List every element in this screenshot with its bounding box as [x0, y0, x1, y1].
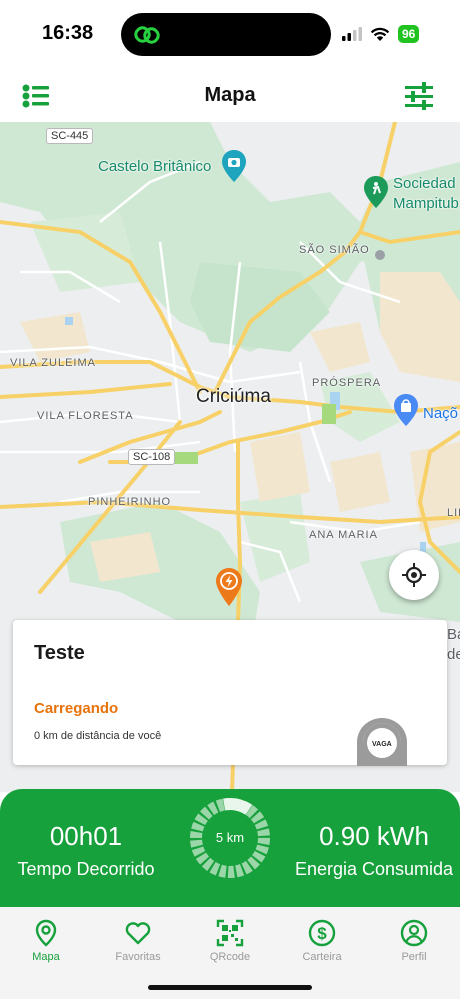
- poi-castelo-britanico[interactable]: Castelo Britânico: [98, 158, 211, 175]
- filter-sliders-icon[interactable]: [404, 82, 434, 110]
- wifi-icon: [370, 27, 390, 41]
- heart-icon: [125, 922, 151, 945]
- status-bar: 16:38 96: [0, 0, 460, 70]
- map-dot-icon: [375, 250, 385, 260]
- app-header: Mapa: [0, 70, 460, 122]
- tab-label-favoritas: Favoritas: [115, 951, 161, 963]
- radius-value: 5 km: [215, 830, 245, 845]
- neighborhood-lib: LIB: [447, 507, 460, 519]
- station-card[interactable]: Teste Carregando 0 km de distância de vo…: [13, 620, 447, 766]
- profile-icon: [400, 919, 428, 947]
- sports-pin-icon[interactable]: [364, 176, 388, 208]
- road-shield-sc445: SC-445: [46, 128, 94, 144]
- tab-label-carteira: Carteira: [302, 951, 342, 963]
- road-shield-sc108: SC-108: [128, 449, 176, 465]
- app-link-icon: [134, 26, 160, 44]
- dynamic-island: [121, 13, 331, 56]
- tab-label-qrcode: QRcode: [209, 951, 251, 963]
- status-icons: 96: [342, 24, 420, 44]
- map-edge-text-de: de: [447, 646, 460, 663]
- tab-perfil[interactable]: Perfil: [368, 919, 460, 975]
- vaga-logo: VAGA: [357, 718, 407, 766]
- neighborhood-pinheirinho: PINHEIRINHO: [88, 496, 172, 508]
- elapsed-time-label: Tempo Decorrido: [17, 859, 155, 879]
- home-indicator[interactable]: [148, 985, 312, 990]
- neighborhood-vila-zuleima: VILA ZULEIMA: [10, 357, 96, 369]
- energy-value: 0.90 kWh: [319, 821, 429, 851]
- station-distance: 0 km de distância de você: [34, 730, 162, 742]
- tab-label-perfil: Perfil: [401, 951, 427, 963]
- poi-sociedad[interactable]: Sociedad: [393, 175, 456, 192]
- station-name: Teste: [34, 642, 85, 664]
- crosshair-icon: [402, 563, 426, 587]
- camera-pin-icon[interactable]: [222, 150, 246, 182]
- poi-nacoes[interactable]: Naçõ: [423, 405, 458, 422]
- charging-summary-panel: 00h01 Tempo Decorrido 5 km 0.90 kWh Ener…: [0, 789, 460, 907]
- charging-status: Carregando: [34, 700, 119, 717]
- energy-label: Energia Consumida: [294, 859, 454, 879]
- poi-mampitub[interactable]: Mampitub: [393, 195, 459, 212]
- qrcode-icon: [216, 919, 244, 947]
- svg-text:$: $: [317, 924, 327, 943]
- map-edge-text-ba: Ba: [447, 626, 460, 643]
- charging-station-pin-icon[interactable]: [216, 568, 242, 606]
- cellular-signal-icon: [342, 27, 362, 41]
- tab-carteira[interactable]: $ Carteira: [276, 919, 368, 975]
- locate-me-button[interactable]: [389, 550, 439, 600]
- page-title: Mapa: [204, 84, 256, 106]
- elapsed-time-value: 00h01: [49, 821, 123, 851]
- neighborhood-ana-maria: ANA MARIA: [309, 529, 378, 541]
- status-time: 16:38: [42, 22, 94, 44]
- city-label: Criciúma: [196, 386, 271, 407]
- tab-mapa[interactable]: Mapa: [0, 919, 92, 975]
- neighborhood-vila-floresta: VILA FLORESTA: [37, 410, 134, 422]
- svg-text:VAGA: VAGA: [372, 741, 392, 748]
- neighborhood-sao-simao: SÃO SIMÃO: [299, 244, 370, 256]
- battery-indicator: 96: [398, 25, 420, 43]
- neighborhood-prospera: PRÓSPERA: [312, 377, 382, 389]
- map-pin-icon: [35, 919, 57, 947]
- tab-label-mapa: Mapa: [32, 951, 60, 963]
- tab-favoritas[interactable]: Favoritas: [92, 919, 184, 975]
- tab-qrcode[interactable]: QRcode: [184, 919, 276, 975]
- dollar-icon: $: [308, 919, 336, 947]
- shopping-pin-icon[interactable]: [394, 394, 418, 426]
